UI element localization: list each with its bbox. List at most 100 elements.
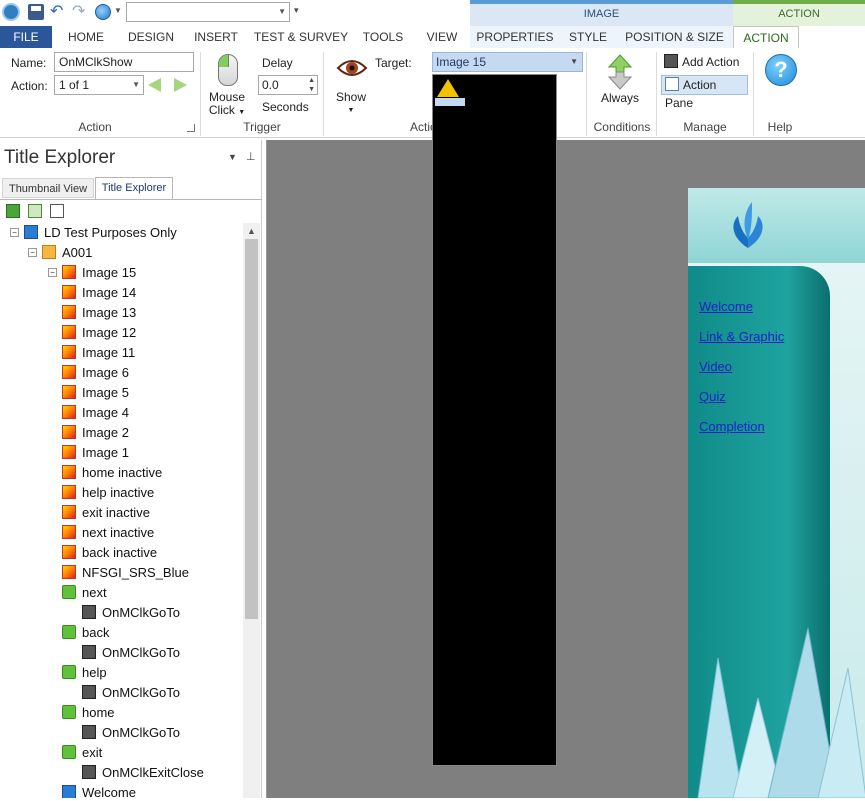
show-label[interactable]: Show ▼ [332,91,370,117]
mouse-icon[interactable] [218,54,238,86]
tree-item-image[interactable]: Image 1 [62,443,129,463]
pane-menu-icon[interactable]: ▼ [228,152,237,162]
tab-design[interactable]: DESIGN [122,26,180,48]
collapse-toggle-icon[interactable]: − [28,248,37,257]
action-icon [82,645,96,659]
link-completion[interactable]: Completion [699,419,765,434]
action-pane-button[interactable]: Action Pane [661,75,748,110]
add-chapter-icon[interactable] [6,204,20,218]
tree-item-text[interactable]: Welcome [62,783,136,798]
help-icon[interactable]: ? [765,54,797,86]
tree-item-image[interactable]: help inactive [62,483,154,503]
action-icon [82,605,96,619]
mouse-click-label[interactable]: Mouse Click ▼ [207,91,247,119]
tab-position-size[interactable]: POSITION & SIZE [616,26,733,48]
tab-view[interactable]: VIEW [416,26,468,48]
tree-item-action[interactable]: OnMClkGoTo [82,723,180,743]
tab-title-explorer[interactable]: Title Explorer [95,177,173,199]
tree-item-image[interactable]: home inactive [62,463,162,483]
tree-item-label: Image 4 [82,405,129,420]
image-context-header: IMAGE [470,0,733,26]
globe-icon[interactable] [95,4,111,20]
always-label[interactable]: Always [598,91,642,105]
add-action-label: Add Action [682,55,740,69]
customize-qat-icon[interactable]: ▾ [294,5,299,16]
save-icon[interactable] [28,4,44,20]
page-canvas: Welcome Link & Graphic Video Quiz Comple… [266,140,865,799]
tree-item-action[interactable]: OnMClkGoTo [82,643,180,663]
tree-item-image[interactable]: back inactive [62,543,157,563]
crystals-graphic [688,608,865,799]
tree-item-label: exit [82,745,103,760]
globe-dropdown-icon[interactable]: ▼ [114,6,122,15]
tree-item-image[interactable]: Image 6 [62,363,129,383]
tree-item-action[interactable]: OnMClkGoTo [82,683,180,703]
link-link-graphic[interactable]: Link & Graphic [699,329,784,344]
tree-item-image[interactable]: Image 11 [62,343,135,363]
tree-item-image[interactable]: exit inactive [62,503,150,523]
always-icon[interactable] [604,54,636,90]
eye-icon[interactable] [336,58,368,78]
previous-action-icon[interactable] [148,78,161,92]
add-page-icon[interactable] [50,204,64,218]
tree-item-button[interactable]: home [62,703,115,723]
scroll-up-icon[interactable]: ▲ [247,226,256,236]
name-field[interactable]: OnMClkShow [54,52,194,72]
button-icon [62,705,76,719]
target-dropdown-list[interactable] [432,74,557,766]
dialog-launcher-icon[interactable] [187,124,195,132]
tab-thumbnail-view[interactable]: Thumbnail View [2,178,94,198]
tab-test-survey[interactable]: TEST & SURVEY [252,26,350,48]
tab-insert[interactable]: INSERT [188,26,244,48]
stepper-down-icon[interactable]: ▼ [308,85,315,94]
tab-tools[interactable]: TOOLS [358,26,408,48]
add-section-icon[interactable] [28,204,42,218]
target-select[interactable]: Image 15 ▼ [432,52,583,72]
collapse-toggle-icon[interactable]: − [10,228,19,237]
tree-item-button[interactable]: next [62,583,107,603]
scroll-thumb[interactable] [245,239,258,619]
tab-style[interactable]: STYLE [560,26,616,48]
image-icon [62,445,76,459]
tree-item-image[interactable]: Image 5 [62,383,129,403]
tree-item-root[interactable]: − LD Test Purposes Only [10,223,177,243]
add-action-button[interactable]: Add Action [664,53,739,71]
tree-item-action[interactable]: OnMClkGoTo [82,603,180,623]
tab-file[interactable]: FILE [0,26,52,48]
stepper-up-icon[interactable]: ▲ [308,76,315,85]
tree-item-image[interactable]: Image 2 [62,423,129,443]
tree-item-label: Image 6 [82,365,129,380]
dropdown-selected-item[interactable] [435,98,465,106]
tree-item-button[interactable]: help [62,663,107,683]
app-logo-icon[interactable] [2,3,20,21]
pin-icon[interactable]: ⊥ [246,150,256,163]
tab-action[interactable]: ACTION [733,26,799,48]
redo-icon[interactable]: ↷ [72,3,85,21]
undo-icon[interactable]: ↶ [50,3,63,21]
tree-item-image[interactable]: Image 13 [62,303,136,323]
tree-item-action[interactable]: OnMClkExitClose [82,763,204,783]
tree-item-image[interactable]: NFSGI_SRS_Blue [62,563,189,583]
tree-item-image[interactable]: next inactive [62,523,154,543]
tab-properties[interactable]: PROPERTIES [470,26,560,48]
tree-item-button[interactable]: back [62,623,109,643]
link-quiz[interactable]: Quiz [699,389,726,404]
qat-combo[interactable]: ▼ [126,2,290,22]
next-action-icon[interactable] [174,78,187,92]
delay-stepper[interactable]: 0.0 ▲ ▼ [258,75,318,95]
tree-item-image[interactable]: Image 12 [62,323,136,343]
tree-item-image[interactable]: − Image 15 [48,263,136,283]
tree-item-image[interactable]: Image 14 [62,283,136,303]
tree-item-image[interactable]: Image 4 [62,403,129,423]
link-video[interactable]: Video [699,359,732,374]
image-icon [62,365,76,379]
delay-value: 0.0 [262,78,279,92]
collapse-toggle-icon[interactable]: − [48,268,57,277]
tree-item-folder[interactable]: − A001 [28,243,92,263]
tree-scrollbar[interactable]: ▲ [243,223,260,798]
action-select[interactable]: 1 of 1 ▼ [54,75,144,95]
chevron-down-icon: ▼ [132,80,140,89]
tab-home[interactable]: HOME [58,26,114,48]
link-welcome[interactable]: Welcome [699,299,753,314]
tree-item-button[interactable]: exit [62,743,102,763]
